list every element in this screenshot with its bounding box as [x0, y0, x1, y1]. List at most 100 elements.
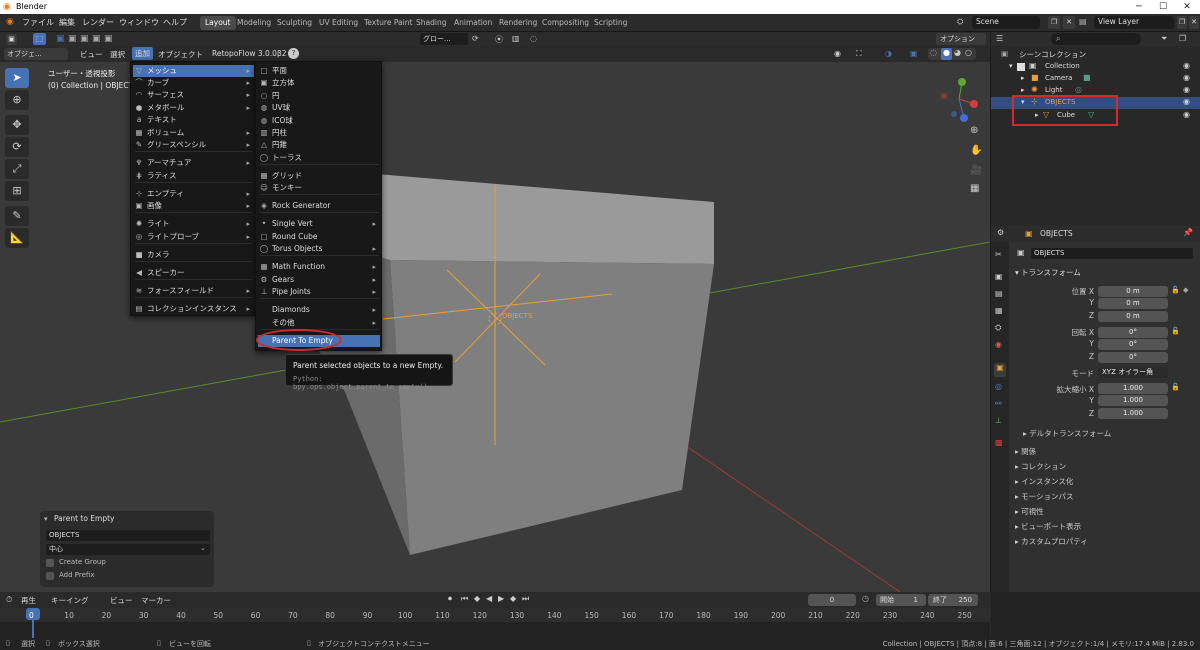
menu-view[interactable]: ビュー	[80, 49, 103, 60]
scale-z-field[interactable]: 1.000	[1098, 408, 1168, 419]
pivot-point-icon[interactable]: ⟳	[472, 34, 479, 43]
collapse-arrow-icon[interactable]: ▾	[44, 515, 48, 523]
menu-timeline-view[interactable]: ビュー	[110, 595, 133, 606]
tab-rendering[interactable]: Rendering	[494, 16, 542, 30]
editor-type-icon[interactable]: ▣	[6, 34, 17, 45]
delete-scene-icon[interactable]: ✕	[1063, 16, 1075, 29]
outliner-search[interactable]	[1051, 33, 1141, 45]
rotate-tool-icon[interactable]: ⟳	[5, 137, 29, 157]
tool-tab-icon[interactable]: ✂	[995, 250, 1002, 259]
navigation-gizmo[interactable]	[934, 74, 984, 124]
mesh-menu-item[interactable]: ◍ ICO球	[258, 115, 380, 127]
properties-section-header[interactable]: ▸ デルタトランスフォーム	[1023, 428, 1111, 439]
overlays-icon[interactable]: ◑	[885, 49, 892, 58]
timeline-track[interactable]	[0, 622, 990, 638]
play-reverse-icon[interactable]: ◀	[486, 594, 492, 603]
view-layer-tab-icon[interactable]: ▦	[995, 306, 1003, 315]
mode-selector[interactable]: オブジェ...	[4, 48, 68, 60]
prev-keyframe-icon[interactable]: ◆	[474, 594, 480, 603]
minimize-icon[interactable]: ─	[1128, 0, 1150, 14]
pin-icon[interactable]: 📌	[1183, 228, 1193, 237]
menu-edit[interactable]: 編集	[59, 17, 75, 28]
tab-modeling[interactable]: Modeling	[232, 16, 276, 30]
proportional-edit-icon[interactable]: ◌	[530, 34, 537, 43]
outliner-editor-icon[interactable]: ☰	[996, 34, 1003, 43]
expand-arrow-icon[interactable]: ▸	[1021, 86, 1025, 94]
add-menu-item[interactable]: ◎ ライトプローブ ▸	[133, 231, 254, 243]
perspective-toggle-icon[interactable]: ▦	[970, 183, 979, 194]
rotation-y-field[interactable]: 0°	[1098, 339, 1168, 350]
texture-tab-icon[interactable]: ▩	[995, 438, 1003, 447]
menu-playback[interactable]: 再生	[21, 595, 36, 606]
snap-target-icon[interactable]: ▥	[512, 34, 520, 43]
eye-icon[interactable]: ◉	[1183, 97, 1190, 106]
lock-icon[interactable]: 🔓	[1171, 286, 1180, 294]
frame-ruler[interactable]	[0, 608, 990, 622]
add-menu-item[interactable]: ⊹ エンプティ ▸	[133, 188, 254, 200]
add-menu-item[interactable]: ▣ 画像 ▸	[133, 200, 254, 212]
scale-tool-icon[interactable]: ⤢	[5, 159, 29, 179]
mesh-menu-item[interactable]: ⚙ Gears ▸	[258, 274, 380, 286]
close-icon[interactable]: ✕	[1176, 0, 1198, 14]
select-mode-subtract-icon[interactable]: ▣	[80, 34, 89, 44]
mesh-menu-item[interactable]: ▦ Math Function ▸	[258, 261, 380, 273]
mesh-menu-item[interactable]: Diamonds ▸	[258, 304, 380, 316]
tab-animation[interactable]: Animation	[449, 16, 497, 30]
render-tab-icon[interactable]: ▣	[995, 272, 1003, 281]
add-prefix-checkbox[interactable]	[46, 572, 54, 580]
eye-icon[interactable]: ◉	[1183, 73, 1190, 82]
delete-view-layer-icon[interactable]: ✕	[1189, 16, 1199, 29]
scale-x-field[interactable]: 1.000	[1098, 383, 1168, 394]
rotation-mode-dropdown[interactable]: XYZ オイラー角	[1098, 367, 1168, 378]
scale-y-field[interactable]: 1.000	[1098, 395, 1168, 406]
properties-section-header[interactable]: ▸ モーションパス	[1015, 491, 1074, 502]
outliner-row[interactable]: ▸ ■ Camera ■ ◉	[991, 73, 1200, 85]
solid-shading-icon[interactable]: ●	[941, 48, 952, 60]
eye-icon[interactable]: ◉	[1183, 85, 1190, 94]
snap-icon[interactable]: ⦿	[495, 34, 503, 45]
properties-section-header[interactable]: ▸ カスタムプロパティ	[1015, 536, 1088, 547]
mesh-menu-item[interactable]: ◍ UV球	[258, 102, 380, 114]
mesh-menu-item[interactable]: その他 ▸	[258, 317, 380, 329]
add-menu-item[interactable]: ⋕ ラティス	[133, 170, 254, 182]
timeline-editor-icon[interactable]: ⏱	[6, 595, 12, 605]
object-name-field[interactable]: OBJECTS	[1031, 248, 1193, 259]
add-menu-item[interactable]: ✎ グリースペンシル ▸	[133, 139, 254, 151]
properties-section-header[interactable]: ▸ ビューポート表示	[1015, 521, 1081, 532]
lock-icon[interactable]: 🔓	[1171, 327, 1180, 335]
retopoflow-menu[interactable]: RetopoFlow 3.0.0β2	[212, 49, 287, 58]
properties-editor-icon[interactable]: ⚙	[997, 228, 1004, 237]
rotation-z-field[interactable]: 0°	[1098, 352, 1168, 363]
mesh-menu-item[interactable]: ☺ モンキー	[258, 182, 380, 194]
empty-name-field[interactable]: OBJECTS	[46, 530, 210, 541]
visibility-icon[interactable]: ◉	[834, 49, 841, 58]
output-tab-icon[interactable]: ▤	[995, 289, 1003, 298]
tab-layout[interactable]: Layout	[200, 16, 236, 30]
mesh-menu-item[interactable]: △ 円錐	[258, 139, 380, 151]
current-frame-field[interactable]: 0	[808, 594, 856, 606]
mesh-menu-item[interactable]: ⊥ Pipe Joints ▸	[258, 286, 380, 298]
select-mode-intersect-icon[interactable]: ▣	[104, 34, 113, 44]
view-layer-selector[interactable]: View Layer	[1094, 16, 1174, 29]
physics-tab-icon[interactable]: ◎	[995, 382, 1002, 391]
mesh-menu-item[interactable]: ◯ Torus Objects ▸	[258, 243, 380, 255]
add-menu-item[interactable]: ▦ ボリューム ▸	[133, 127, 254, 139]
xray-icon[interactable]: ▣	[910, 49, 918, 58]
menu-file[interactable]: ファイル	[22, 17, 54, 28]
help-icon[interactable]: ?	[288, 48, 299, 59]
options-dropdown[interactable]: オプション	[936, 33, 986, 45]
outliner-row[interactable]: ▾ ▣ Collection ◉	[991, 61, 1200, 73]
select-mode-extend-icon[interactable]: ▣	[68, 34, 77, 44]
clock-icon[interactable]: ◷	[862, 594, 869, 603]
end-frame-field[interactable]: 終了 250	[928, 594, 978, 606]
mesh-menu-item[interactable]: ▣ 立方体	[258, 77, 380, 89]
menu-select[interactable]: 選択	[110, 49, 125, 60]
location-z-field[interactable]: 0 m	[1098, 311, 1168, 322]
menu-object[interactable]: オブジェクト	[158, 49, 203, 60]
jump-start-icon[interactable]: ⏮	[461, 594, 468, 604]
mesh-menu-item[interactable]: • Single Vert ▸	[258, 218, 380, 230]
transform-panel-header[interactable]: ▾ トランスフォーム	[1015, 267, 1081, 278]
move-tool-icon[interactable]: ✥	[5, 115, 29, 135]
camera-view-icon[interactable]: 🎥	[970, 165, 982, 176]
filter-icon[interactable]: ⏷	[1161, 34, 1167, 44]
